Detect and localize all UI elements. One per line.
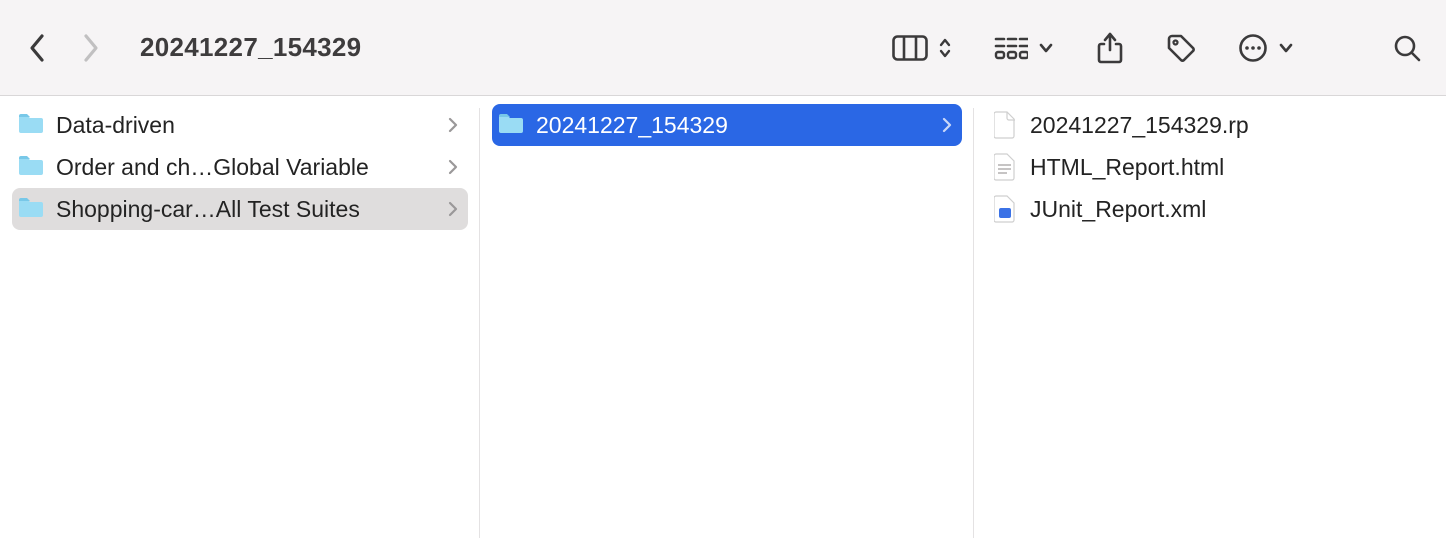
folder-icon [18, 196, 44, 222]
chevron-right-icon [942, 112, 952, 139]
chevron-down-icon [1038, 42, 1054, 54]
view-columns-button[interactable] [892, 35, 952, 61]
column-1[interactable]: 20241227_154329 [480, 96, 974, 538]
column-0[interactable]: Data-driven Order and ch…Global Variable… [0, 96, 480, 538]
folder-icon [18, 112, 44, 138]
search-button[interactable] [1392, 33, 1422, 63]
chevron-right-icon [448, 196, 458, 223]
file-item[interactable]: JUnit_Report.xml [986, 188, 1434, 230]
toolbar-actions [892, 32, 1422, 64]
item-label: 20241227_154329 [536, 112, 930, 139]
item-label: JUnit_Report.xml [1030, 196, 1424, 223]
column-view: Data-driven Order and ch…Global Variable… [0, 96, 1446, 538]
item-label: Data-driven [56, 112, 436, 139]
chevron-down-icon [1278, 42, 1294, 54]
file-item[interactable]: HTML_Report.html [986, 146, 1434, 188]
chevron-right-icon [448, 154, 458, 181]
share-icon [1096, 32, 1124, 64]
search-icon [1392, 33, 1422, 63]
folder-item[interactable]: Data-driven [12, 104, 468, 146]
column-2[interactable]: 20241227_154329.rp HTML_Report.html JUni… [974, 96, 1446, 538]
more-button[interactable] [1238, 33, 1294, 63]
document-xml-icon [992, 194, 1018, 224]
window-title: 20241227_154329 [140, 32, 361, 63]
chevron-right-icon [80, 33, 100, 63]
ellipsis-circle-icon [1238, 33, 1268, 63]
back-button[interactable] [24, 34, 52, 62]
forward-button[interactable] [76, 34, 104, 62]
group-icon [994, 35, 1028, 61]
nav-buttons [24, 34, 104, 62]
group-button[interactable] [994, 35, 1054, 61]
file-item[interactable]: 20241227_154329.rp [986, 104, 1434, 146]
columns-icon [892, 35, 928, 61]
folder-item[interactable]: Shopping-car…All Test Suites [12, 188, 468, 230]
updown-icon [938, 37, 952, 59]
folder-item[interactable]: 20241227_154329 [492, 104, 962, 146]
item-label: HTML_Report.html [1030, 154, 1424, 181]
toolbar: 20241227_154329 [0, 0, 1446, 96]
chevron-left-icon [28, 33, 48, 63]
folder-item[interactable]: Order and ch…Global Variable [12, 146, 468, 188]
item-label: Order and ch…Global Variable [56, 154, 436, 181]
chevron-right-icon [448, 112, 458, 139]
document-blank-icon [992, 110, 1018, 140]
folder-icon [498, 112, 524, 138]
tags-button[interactable] [1166, 33, 1196, 63]
share-button[interactable] [1096, 32, 1124, 64]
item-label: Shopping-car…All Test Suites [56, 196, 436, 223]
item-label: 20241227_154329.rp [1030, 112, 1424, 139]
folder-icon [18, 154, 44, 180]
tag-icon [1166, 33, 1196, 63]
document-html-icon [992, 152, 1018, 182]
